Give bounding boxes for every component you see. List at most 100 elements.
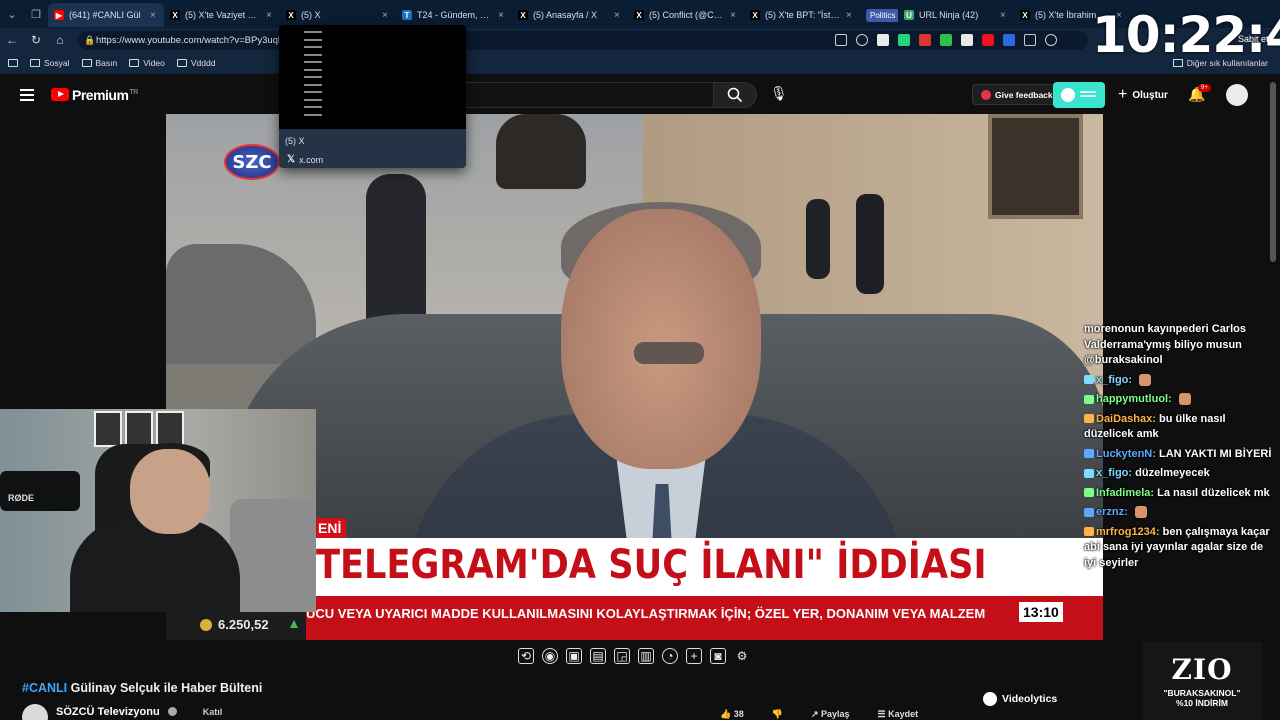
extension-grid-icon[interactable] [898,34,910,46]
add-clip-icon[interactable]: + [686,648,702,664]
tab-group-label[interactable]: Politics [860,3,898,27]
channel-avatar[interactable] [22,703,48,720]
account-avatar[interactable] [1226,84,1248,106]
subtitles-icon[interactable]: ▥ [638,648,654,664]
save-button[interactable]: ☰ Kaydet [878,709,919,720]
extension-toggle[interactable] [1053,82,1105,108]
loop-icon[interactable]: ⟲ [518,648,534,664]
extension-red-icon[interactable] [919,34,931,46]
page-scrollbar[interactable] [1270,82,1276,262]
chat-username: x_figo: [1096,373,1133,386]
dislike-button[interactable]: 👎 [772,709,783,720]
browser-tab[interactable]: X (5) Anasayfa / X × [512,3,628,27]
bookmark-folder-basin[interactable]: Basın [81,58,117,68]
chat-message: x_figo: düzelmeyecek [1084,466,1278,482]
verified-icon [167,707,177,716]
close-tab-icon[interactable]: × [614,10,622,21]
back-icon[interactable]: ← [0,28,24,52]
chat-badge-icon [1084,414,1094,424]
search-icon [727,87,743,103]
close-tab-icon[interactable]: × [150,10,158,21]
menu-icon[interactable] [20,89,34,104]
chat-message: Infadimela: La nasıl düzelicek mk [1084,486,1278,502]
close-tab-icon[interactable]: × [846,10,854,21]
screenshot-icon[interactable]: ◙ [710,648,726,664]
bookmark-folder-vdddd[interactable]: Vdddd [176,58,215,68]
browser-tab[interactable]: X (5) X'te BPT: "İstanbul × [744,3,860,27]
settings-gear-icon[interactable]: ⚙ [734,648,750,664]
like-button[interactable]: 👍 38 [720,709,744,720]
videolytics-icon [983,692,997,706]
hashtag-link[interactable]: #CANLI [22,681,67,695]
broadcast-icon[interactable]: ◉ [542,648,558,664]
channel-bug-text: SZC [232,151,272,173]
create-button[interactable]: + Oluştur [1118,86,1168,104]
sidebar-icon[interactable] [1024,34,1036,46]
chat-message: morenonun kayınpederi Carlos Valderrama'… [1084,322,1278,369]
extension-green-icon[interactable] [940,34,952,46]
join-button[interactable]: Katıl [203,707,223,717]
youtube-logo-icon[interactable] [51,88,69,101]
split-view-icon[interactable] [835,34,847,46]
channel-name[interactable]: SÖZCÜ Televizyonu [56,706,160,718]
speed-icon[interactable]: ◔ [662,648,678,664]
reload-icon[interactable]: ↻ [24,28,48,52]
share-button[interactable]: ↗ Paylaş [811,709,850,720]
close-tab-icon[interactable]: × [266,10,274,21]
search-button[interactable] [713,82,757,108]
folder-icon [176,59,187,67]
youtube-header: PremiumTR 🎙 Give feedback + Oluştur 🔔 9+ [0,80,1280,114]
browser-tab[interactable]: U URL Ninja (42) × [898,3,1014,27]
streamer-webcam: RØDE [0,409,316,612]
extension-image-icon[interactable] [961,34,973,46]
x-icon: X [750,10,760,20]
x-icon: X [518,10,528,20]
browser-tab[interactable]: X (5) X'te Vaziyet Haber × [164,3,280,27]
videolytics-button[interactable]: Videolytics [983,692,1057,706]
price-value: 6.250,52 [218,617,269,632]
address-toolbar: ← ↻ ⌂ 🔒 https://www.youtube.com/watch?v=… [0,28,1280,52]
mic-brand-label: RØDE [8,493,35,503]
browser-tab[interactable]: X (5) Conflict (@Conflict × [628,3,744,27]
chat-message: x_figo: [1084,373,1278,389]
video-title-text: Gülinay Selçuk ile Haber Bülteni [70,681,263,695]
x-icon: X [170,10,180,20]
x-icon: X [1020,10,1030,20]
folder-icon [129,59,140,67]
close-tab-icon[interactable]: × [730,10,738,21]
extension-pen-icon[interactable] [982,34,994,46]
close-tab-icon[interactable]: × [1000,10,1008,21]
lower-third-tag: ENİ [316,518,346,538]
create-label: Oluştur [1132,89,1168,101]
extension-blue-icon[interactable] [1003,34,1015,46]
bookmarks-panel-icon[interactable] [8,59,18,67]
browser-tab[interactable]: ▶ (641) #CANLI Gül × [48,3,164,27]
youtube-premium-logo[interactable]: PremiumTR [72,87,138,103]
browser-tab[interactable]: X (5) X × [280,3,396,27]
chat-badge-icon [1084,488,1094,498]
give-feedback-button[interactable]: Give feedback [972,84,1062,105]
chat-username: Infadimela: [1096,486,1155,499]
channel-bug-logo: SZC [224,144,280,180]
bookmark-folder-video[interactable]: Video [129,58,165,68]
search-input[interactable] [465,82,713,108]
home-icon[interactable]: ⌂ [48,28,72,52]
close-tab-icon[interactable]: × [498,10,506,21]
extension-hh-icon[interactable] [877,34,889,46]
tab-menu-icon[interactable]: ⌄ [0,0,24,28]
picture-in-picture-icon[interactable]: ◲ [614,648,630,664]
chat-text: morenonun kayınpederi Carlos Valderrama'… [1084,323,1246,366]
bookmark-folder-sosyal[interactable]: Sosyal [30,58,70,68]
film-icon[interactable]: ▤ [590,648,606,664]
extensions-icon[interactable] [1045,34,1057,46]
voice-search-button[interactable]: 🎙 [770,85,788,102]
browser-tab[interactable]: T T24 - Gündem, Haber × [396,3,512,27]
tab-title: (5) Anasayfa / X [533,10,598,20]
favorite-star-icon[interactable] [856,34,868,46]
tab-hover-card: (5) X 𝕏x.com [279,25,466,168]
bookmarks-bar: Sosyal Basın Video Vdddd Diğer sık kulla… [0,52,1280,74]
workspaces-icon[interactable]: ❐ [24,0,48,28]
watch-later-icon[interactable]: ▣ [566,648,582,664]
feedback-label: Give feedback [995,89,1053,100]
close-tab-icon[interactable]: × [382,10,390,21]
